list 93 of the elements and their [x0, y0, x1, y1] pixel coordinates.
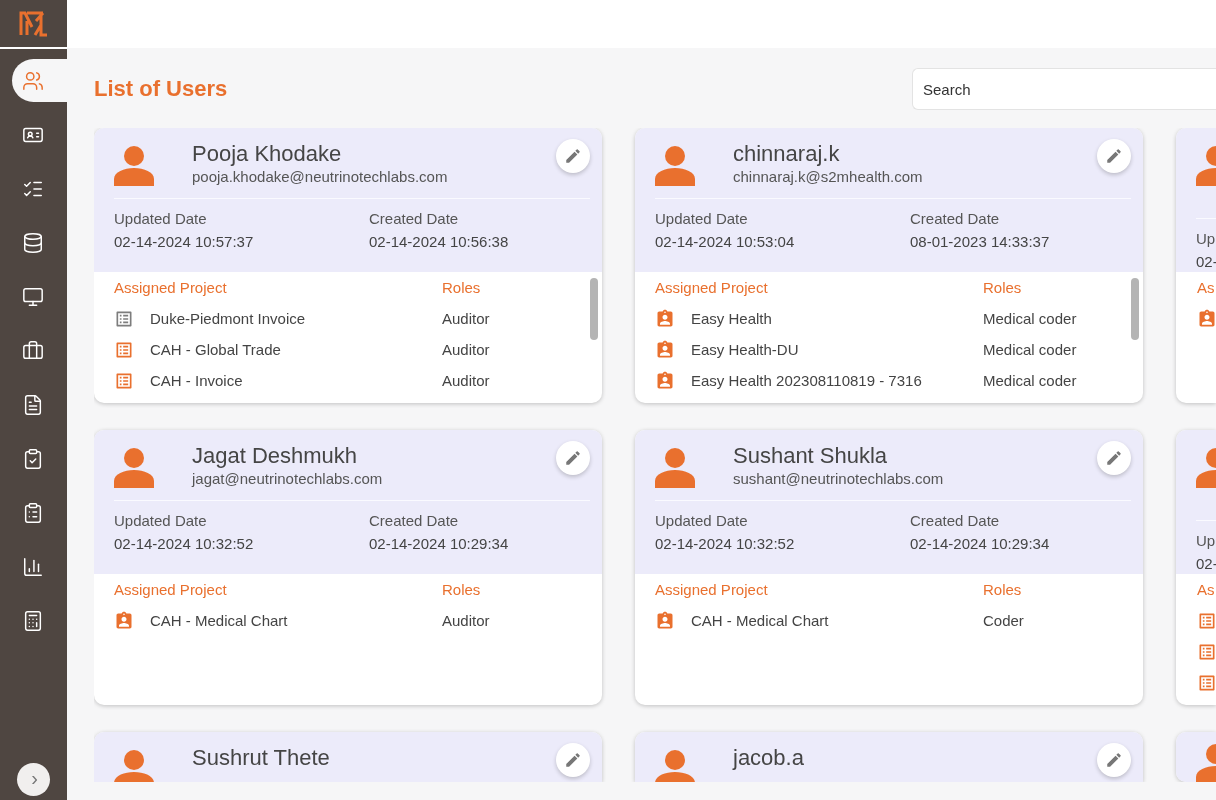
scrollbar[interactable]: [590, 278, 598, 340]
edit-button[interactable]: [556, 441, 590, 475]
edit-button[interactable]: [1097, 441, 1131, 475]
badge-icon: [655, 308, 675, 329]
person-icon: [114, 750, 154, 782]
date-value: 02-14-2024 10:32:52: [114, 534, 255, 554]
person-icon: [655, 146, 695, 186]
date-value: 02-14-2024 10:29:34: [369, 534, 510, 554]
edit-button[interactable]: [1097, 139, 1131, 173]
user-email: jagat@neutrinotechlabs.com: [192, 469, 384, 489]
date-value: 02-14-2024 10:29:34: [910, 534, 1051, 554]
database-icon: [21, 231, 44, 254]
role-name: Medical coder: [983, 372, 1078, 389]
person-icon: [1196, 146, 1216, 186]
role-name: Auditor: [442, 341, 491, 358]
user-email: sushant@neutrinotechlabs.com: [733, 469, 945, 489]
column-heading: Roles: [442, 580, 482, 600]
column-heading: As: [1197, 580, 1216, 600]
scrollbar[interactable]: [1131, 278, 1139, 340]
date-label: Updated Date: [655, 209, 749, 229]
column-heading: Roles: [983, 278, 1023, 298]
badge-icon: [1197, 308, 1216, 329]
person-icon: [655, 448, 695, 488]
pencil-icon: [1105, 147, 1123, 165]
logo: [18, 10, 49, 37]
sidebar-item[interactable]: [12, 59, 67, 102]
date-label: Up: [1196, 229, 1216, 249]
column-heading: As: [1197, 278, 1216, 298]
date-label: Created Date: [369, 209, 460, 229]
role-name: Auditor: [442, 372, 491, 389]
user-name: Sushant Shukla: [733, 443, 889, 469]
user-name: Pooja Khodake: [192, 141, 343, 167]
project-name: CAH - Invoice: [150, 372, 243, 389]
role-name: Auditor: [442, 612, 491, 629]
user-email: chinnaraj.k@s2mhealth.com: [733, 167, 924, 187]
column-heading: Assigned Project: [655, 278, 769, 298]
project-name: CAH - Global Trade: [150, 341, 281, 358]
project-name: Easy Health 202308110819 - 7316: [691, 372, 922, 389]
date-label: Created Date: [910, 511, 1001, 531]
column-heading: Assigned Project: [114, 580, 228, 600]
badge-icon: [655, 339, 675, 360]
user-name: chinnaraj.k: [733, 141, 841, 167]
date-label: Updated Date: [114, 209, 208, 229]
monitor-icon: [21, 285, 44, 308]
person-icon: [1196, 448, 1216, 488]
date-label: Updated Date: [114, 511, 208, 531]
date-value: 02-14-2024 10:53:04: [655, 232, 796, 252]
pencil-icon: [564, 751, 582, 769]
pencil-icon: [1105, 449, 1123, 467]
role-name: Medical coder: [983, 341, 1078, 358]
page-title: List of Users: [94, 76, 228, 102]
search-field[interactable]: Search: [912, 68, 1216, 110]
date-value: 02-14-2024 10:32:52: [655, 534, 796, 554]
role-name: Auditor: [442, 310, 491, 327]
person-icon: [114, 448, 154, 488]
user-name: Sushrut Thete: [192, 745, 331, 771]
bar-chart-icon: [21, 555, 44, 578]
date-label: Created Date: [369, 511, 460, 531]
edit-button[interactable]: [556, 743, 590, 777]
expand-button[interactable]: ›: [17, 763, 50, 796]
column-heading: Assigned Project: [114, 278, 228, 298]
date-value: 02-14-2024 10:56:38: [369, 232, 510, 252]
date-label: Updated Date: [655, 511, 749, 531]
pencil-icon: [564, 449, 582, 467]
badge-icon: [655, 370, 675, 391]
users-icon: [21, 69, 44, 92]
project-name: CAH - Medical Chart: [150, 612, 288, 629]
pencil-icon: [564, 147, 582, 165]
column-heading: Assigned Project: [655, 580, 769, 600]
date-value: 08-01-2023 14:33:37: [910, 232, 1051, 252]
badge-icon: [114, 610, 134, 631]
date-value: 02-14-2024 10:57:37: [114, 232, 255, 252]
project-name: CAH - Medical Chart: [691, 612, 829, 629]
briefcase-icon: [21, 339, 44, 362]
user-name: jacob.a: [733, 745, 805, 771]
date-label: Up: [1196, 531, 1216, 551]
edit-button[interactable]: [1097, 743, 1131, 777]
column-heading: Roles: [983, 580, 1023, 600]
project-name: Duke-Piedmont Invoice: [150, 310, 306, 327]
pencil-icon: [1105, 751, 1123, 769]
person-icon: [1196, 744, 1216, 782]
role-name: Coder: [983, 612, 1025, 629]
user-email: pooja.khodake@neutrinotechlabs.com: [192, 167, 449, 187]
user-name: Jagat Deshmukh: [192, 443, 359, 469]
project-name: Easy Health: [691, 310, 772, 327]
edit-button[interactable]: [556, 139, 590, 173]
role-name: Medical coder: [983, 310, 1078, 327]
date-label: Created Date: [910, 209, 1001, 229]
column-heading: Roles: [442, 278, 482, 298]
project-name: Easy Health-DU: [691, 341, 799, 358]
person-icon: [655, 750, 695, 782]
person-icon: [114, 146, 154, 186]
badge-icon: [655, 610, 675, 631]
